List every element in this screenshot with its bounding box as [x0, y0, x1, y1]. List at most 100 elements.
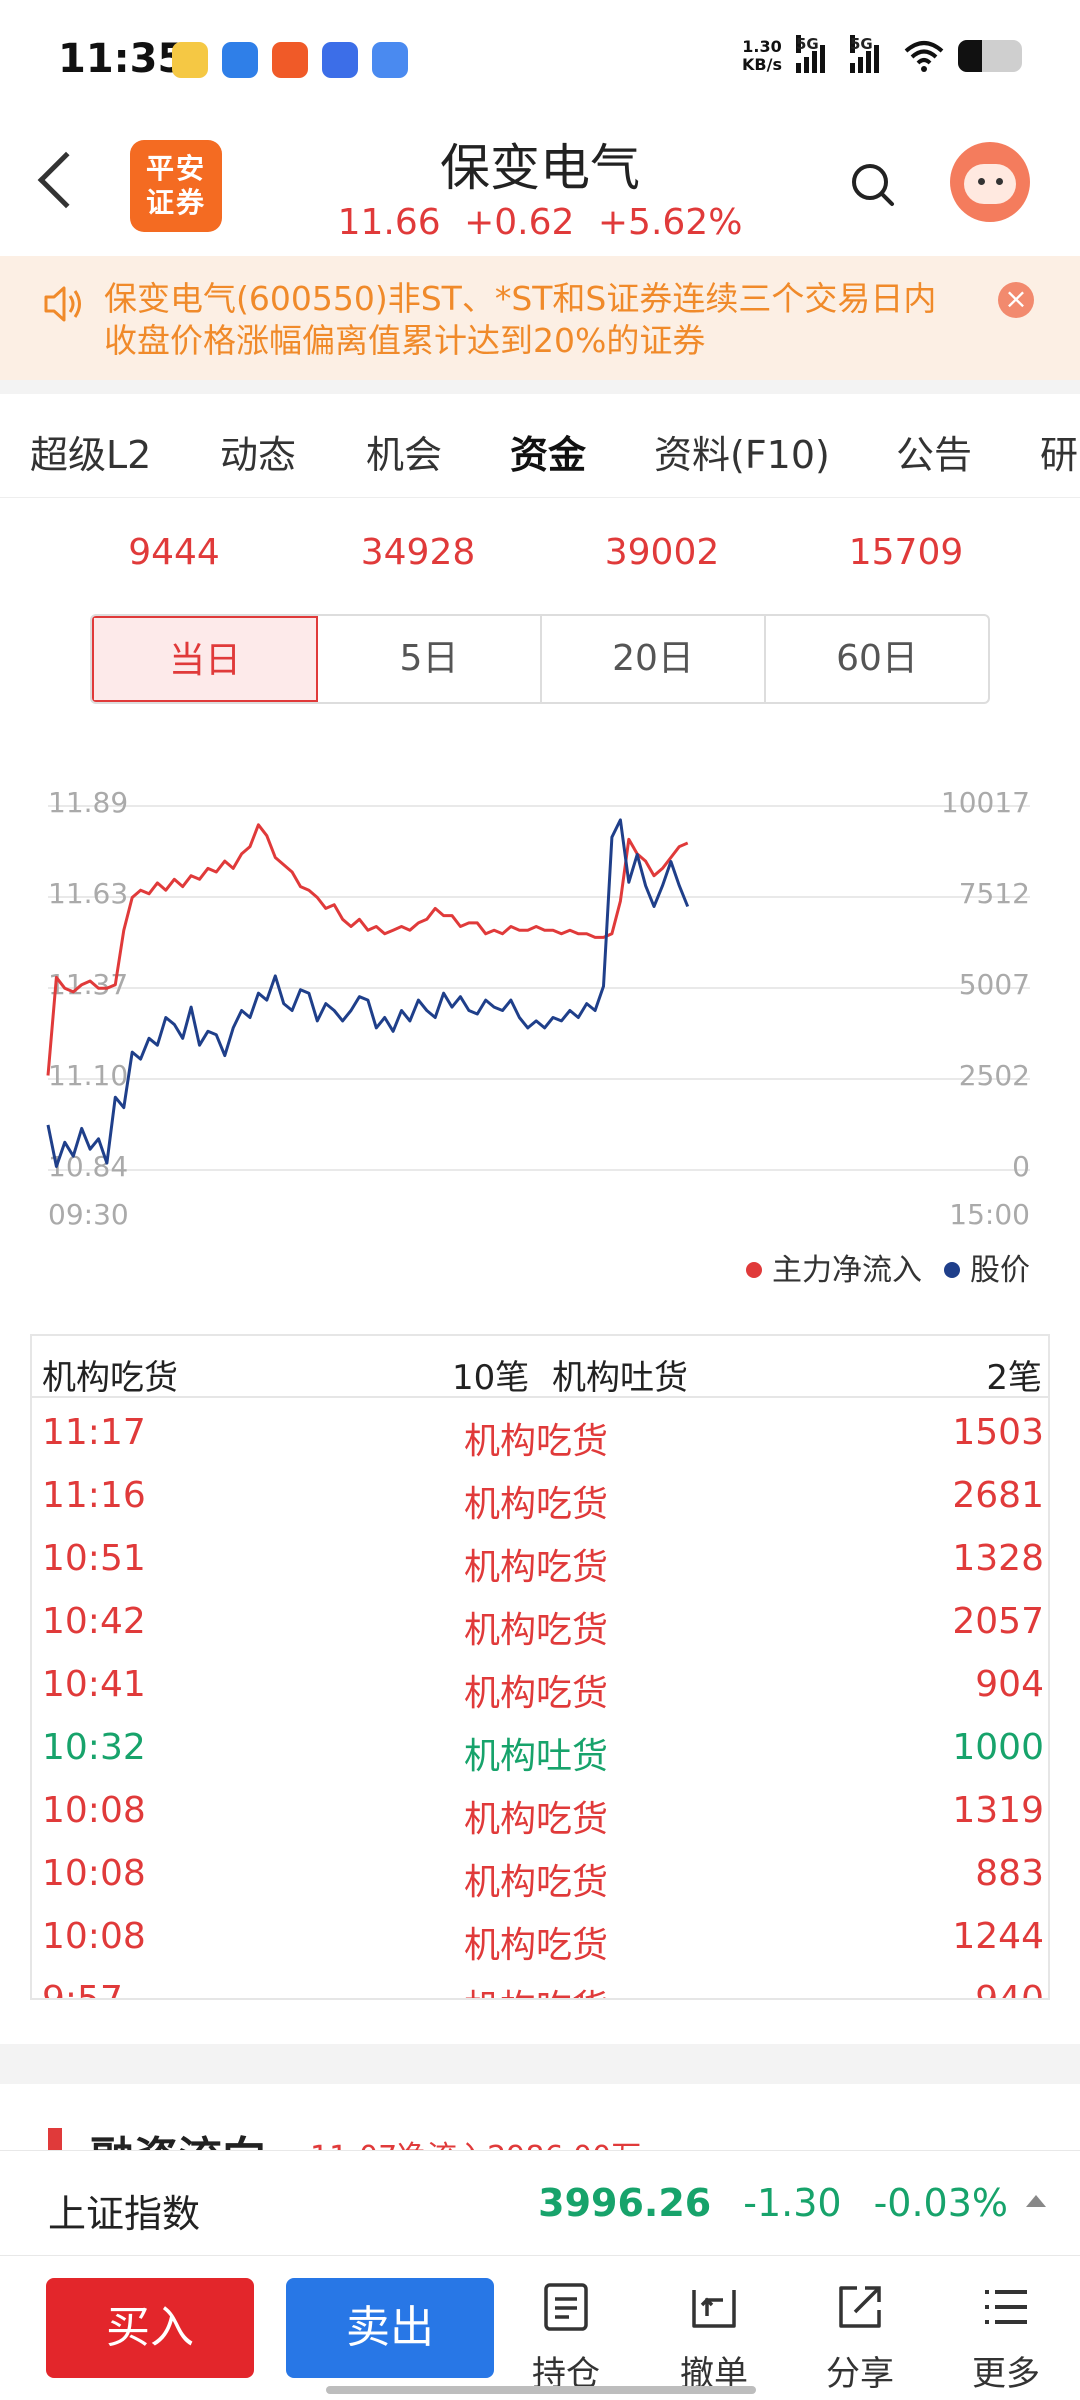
trade-time: 11:17 [42, 1412, 146, 1453]
period-20d[interactable]: 20日 [542, 616, 766, 702]
net-speed-value: 1.30 [742, 37, 782, 56]
stock-change: +0.62 [464, 202, 575, 243]
table-row: 10:51 机构吃货 1328 [32, 1524, 1048, 1588]
expand-up-icon[interactable] [1026, 2195, 1046, 2207]
table-row: 10:08 机构吃货 1244 [32, 1902, 1048, 1966]
share-label: 分享 [826, 2354, 894, 2394]
institution-trades: 机构吃货 10笔 机构吐货 2笔 11:17 机构吃货 1503 11:16 机构吃货 2… [30, 1334, 1050, 2000]
flow-value: 9444 [128, 532, 220, 573]
stock-quote: 11.66 +0.62 +5.62% [300, 202, 780, 243]
buy-label: 机构吃货 [42, 1358, 178, 1398]
trade-time: 10:32 [42, 1727, 146, 1768]
signal-icon: 5G [796, 35, 836, 73]
back-icon[interactable] [37, 151, 95, 209]
margin-subtitle: 11-07净流入2986.00万 [310, 2132, 641, 2150]
table-row: 11:17 机构吃货 1503 [32, 1398, 1048, 1462]
trade-time: 10:08 [42, 1790, 146, 1831]
share-icon [839, 2286, 881, 2328]
period-today[interactable]: 当日 [92, 616, 318, 702]
x-tick-end: 15:00 [949, 1198, 1030, 1231]
trade-amount: 1319 [952, 1790, 1044, 1831]
buy-count: 10笔 [452, 1358, 530, 1398]
table-row: 11:16 机构吃货 2681 [32, 1461, 1048, 1525]
tab-dynamics[interactable]: 动态 [220, 424, 296, 479]
app-notification-icon [272, 42, 308, 78]
cancel-order-button[interactable]: 撤单 [654, 2282, 774, 2395]
status-bar: 11:35 1.30 KB/s 5G 5G [0, 0, 1080, 120]
index-change-pct: -0.03% [873, 2181, 1008, 2225]
trade-time: 11:16 [42, 1475, 146, 1516]
margin-financing-section: 融资流向 11-07净流入2986.00万 [0, 2084, 1080, 2150]
trade-kind: 机构吃货 [464, 1547, 609, 1588]
more-button[interactable]: 更多 [946, 2282, 1066, 2395]
share-button[interactable]: 分享 [800, 2282, 920, 2395]
trade-kind: 机构吃货 [464, 1799, 609, 1840]
search-icon[interactable] [848, 160, 896, 208]
holdings-button[interactable]: 持仓 [506, 2282, 626, 2395]
sell-label: 机构吐货 [552, 1358, 688, 1398]
y-tick-right: 5007 [959, 968, 1030, 1001]
period-selector: 当日 5日 20日 60日 [90, 614, 990, 704]
legend-item-price: 股价 [944, 1245, 1030, 1289]
table-row: 10:08 机构吃货 883 [32, 1839, 1048, 1903]
sell-button[interactable]: 卖出 [286, 2278, 494, 2378]
legend-item-inflow: 主力净流入 [746, 1245, 922, 1289]
divider [0, 2044, 1080, 2084]
trade-kind: 机构吐货 [464, 1736, 609, 1777]
trade-amount: 1000 [952, 1727, 1044, 1768]
home-indicator[interactable] [326, 2386, 756, 2394]
market-index-bar[interactable]: 上证指数 3996.26 -1.30 -0.03% [0, 2150, 1080, 2256]
close-icon[interactable]: × [998, 282, 1034, 318]
trade-time: 10:42 [42, 1601, 146, 1642]
index-values: 3996.26 -1.30 -0.03% [538, 2181, 1008, 2225]
battery-icon [958, 40, 1022, 72]
tab-announcements[interactable]: 公告 [896, 424, 972, 479]
index-change: -1.30 [743, 2181, 842, 2225]
trade-kind: 机构吃货 [464, 1610, 609, 1651]
table-row: 10:08 机构吃货 1319 [32, 1776, 1048, 1840]
tab-level2[interactable]: 超级L2 [30, 424, 151, 479]
tab-research[interactable]: 研 [1040, 424, 1078, 479]
status-right: 1.30 KB/s 5G 5G [742, 35, 1022, 74]
x-tick-start: 09:30 [48, 1198, 129, 1231]
institution-trades-list: 11:17 机构吃货 1503 11:16 机构吃货 2681 10:51 机构吃货 1328 1… [32, 1398, 1048, 1998]
app-notification-icon [372, 42, 408, 78]
period-60d[interactable]: 60日 [766, 616, 988, 702]
section-tabs: 超级L2 动态 机会 资金 资料(F10) 公告 研 [0, 394, 1080, 498]
legend-label-inflow: 主力净流入 [772, 1253, 922, 1288]
app-notification-icon [322, 42, 358, 78]
trade-amount: 904 [975, 1664, 1044, 1705]
trade-kind: 机构吃货 [464, 1979, 608, 1998]
assistant-avatar[interactable] [950, 142, 1030, 222]
institution-trades-header: 机构吃货 10笔 机构吐货 2笔 [32, 1336, 1048, 1398]
speaker-icon [44, 286, 81, 322]
trade-amount: 1503 [952, 1412, 1044, 1453]
y-tick-right: 10017 [941, 786, 1030, 819]
tab-funds[interactable]: 资金 [510, 424, 586, 479]
tab-f10[interactable]: 资料(F10) [654, 424, 830, 479]
trade-time: 10:41 [42, 1664, 146, 1705]
table-row: 10:42 机构吃货 2057 [32, 1587, 1048, 1651]
y-tick-right: 0 [1012, 1150, 1030, 1183]
sell-count: 2笔 [986, 1358, 1042, 1398]
trade-kind: 机构吃货 [464, 1484, 609, 1525]
index-name: 上证指数 [48, 2192, 201, 2236]
trade-time: 10:08 [42, 1916, 146, 1957]
sim2-label: 5G [850, 35, 873, 53]
trade-kind: 机构吃货 [464, 1925, 609, 1966]
app-notification-icon [172, 42, 208, 78]
signal-icon: 5G [850, 35, 890, 73]
more-label: 更多 [972, 2354, 1040, 2394]
y-tick-left: 11.10 [48, 1059, 128, 1092]
period-5d[interactable]: 5日 [318, 616, 542, 702]
tab-opportunity[interactable]: 机会 [366, 424, 442, 479]
cancel-order-icon [692, 2290, 736, 2328]
notification-icons [172, 42, 408, 78]
divider [0, 380, 1080, 394]
index-value: 3996.26 [538, 2181, 712, 2225]
chart-canvas: 11.89 1001711.63 751211.37 500711.10 250210.… [46, 786, 1030, 1231]
buy-button[interactable]: 买入 [46, 2278, 254, 2378]
trade-amount: 2057 [952, 1601, 1044, 1642]
margin-title: 融资流向 [90, 2122, 266, 2150]
notice-text: 保变电气(600550)非ST、*ST和S证券连续三个交易日内收盘价格涨幅偏离值… [104, 279, 937, 360]
